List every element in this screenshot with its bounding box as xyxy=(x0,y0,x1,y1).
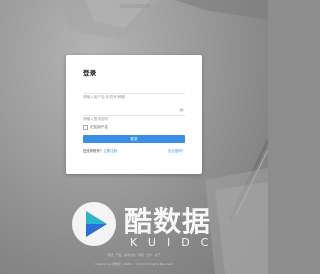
password-input[interactable] xyxy=(83,114,185,124)
login-button[interactable]: 登录 xyxy=(83,135,185,143)
eye-icon[interactable] xyxy=(179,108,184,112)
watermark-brand: 酷数据 xyxy=(124,205,212,238)
no-account-text: 还没有账号？ xyxy=(83,149,104,153)
password-field-wrapper xyxy=(83,105,185,124)
watermark-sub: KUIDC xyxy=(130,236,220,249)
footer-copyright: Powered by 酷数据 · KUIDC · ©2023 All Right… xyxy=(95,262,173,266)
login-links-row: 还没有账号？立即注册 忘记密码？ xyxy=(83,148,185,154)
username-input[interactable] xyxy=(83,92,185,102)
login-card: 登录 记住用户名 登录 还没有账号？立即注册 忘记密码？ xyxy=(66,55,202,174)
forgot-password-link[interactable]: 忘记密码？ xyxy=(168,148,185,153)
login-title: 登录 xyxy=(83,69,97,77)
watermark: 酷数据 KUIDC xyxy=(70,196,260,258)
remember-username[interactable]: 记住用户名 xyxy=(83,124,108,130)
register-prompt: 还没有账号？立即注册 xyxy=(83,148,117,153)
remember-checkbox[interactable] xyxy=(83,124,88,130)
remember-label: 记住用户名 xyxy=(90,124,108,129)
register-link[interactable]: 立即注册 xyxy=(103,149,117,153)
play-logo-icon xyxy=(72,202,116,246)
username-field-wrapper xyxy=(83,83,185,102)
